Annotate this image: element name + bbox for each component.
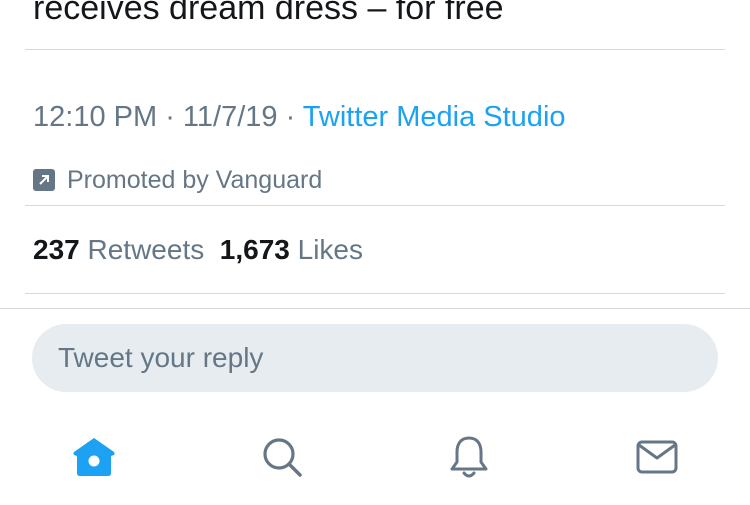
retweet-label: Retweets <box>87 234 205 265</box>
tab-notifications[interactable] <box>444 432 494 482</box>
retweet-count: 237 <box>33 234 80 265</box>
promoted-arrow-icon <box>33 169 55 191</box>
tweet-stats: 237 Retweets 1,673 Likes <box>33 232 363 268</box>
tweet-time: 12:10 PM <box>33 101 158 133</box>
promoted-label[interactable]: Promoted by Vanguard <box>33 165 322 195</box>
tweet-text: receives dream dress – for free <box>33 0 504 27</box>
tweet-source-link[interactable]: Twitter Media Studio <box>303 101 566 133</box>
like-count: 1,673 <box>219 234 290 265</box>
tweet-detail-screen: receives dream dress – for free 12:10 PM… <box>0 0 750 505</box>
divider <box>25 49 725 50</box>
reply-input[interactable]: Tweet your reply <box>32 324 718 392</box>
tab-search[interactable] <box>257 432 307 482</box>
meta-separator: · <box>157 101 183 133</box>
home-icon <box>73 438 115 476</box>
promoted-text: Promoted by Vanguard <box>67 165 323 194</box>
likes-stat[interactable]: 1,673 Likes <box>220 234 363 265</box>
tweet-meta: 12:10 PM · 11/7/19 · Twitter Media Studi… <box>33 99 566 135</box>
mail-icon <box>636 440 678 474</box>
divider <box>25 293 725 294</box>
divider <box>25 205 725 206</box>
tweet-date: 11/7/19 <box>182 101 278 133</box>
retweets-stat[interactable]: 237 Retweets <box>33 234 204 265</box>
divider <box>0 308 750 309</box>
tab-home[interactable] <box>69 432 119 482</box>
meta-separator: · <box>277 101 303 133</box>
like-label: Likes <box>297 234 364 265</box>
search-icon <box>263 438 302 477</box>
tab-messages[interactable] <box>632 432 682 482</box>
bell-icon <box>450 436 488 478</box>
